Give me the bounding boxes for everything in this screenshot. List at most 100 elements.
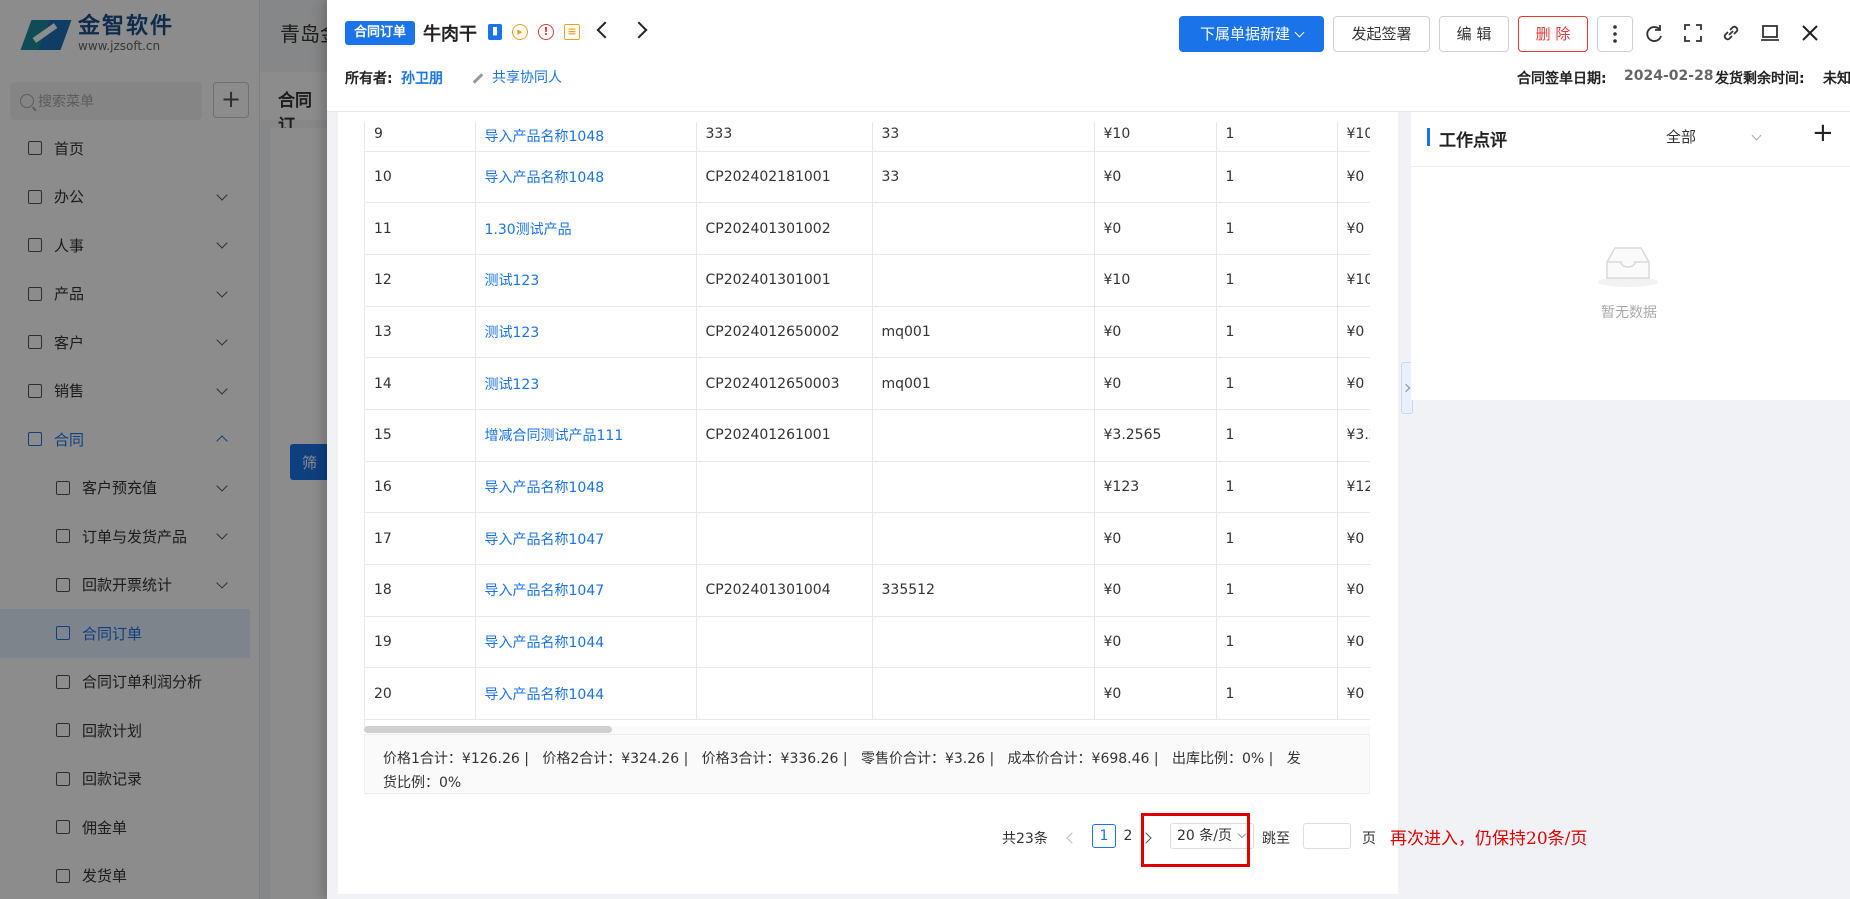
chevron-down-icon[interactable] (1751, 130, 1762, 141)
product-name-link[interactable]: 测试123 (475, 306, 697, 359)
ship-remaining-value: 未知 (1823, 71, 1850, 87)
work-review-filter[interactable]: 全部 (1666, 126, 1696, 147)
product-name-link[interactable]: 1.30测试产品 (475, 202, 697, 255)
work-review-panel: 工作点评 全部 + 暂无数据 (1411, 112, 1850, 400)
cell-spec (872, 202, 1095, 255)
empty-text: 暂无数据 (1601, 305, 1657, 321)
products-table-wrapper[interactable]: 9导入产品名称104833333¥101¥1010导入产品名称1048CP202… (364, 122, 1370, 727)
cell-no: 14 (365, 357, 476, 410)
cell-no: 17 (365, 512, 476, 565)
cell-spec (872, 461, 1095, 514)
table-row[interactable]: 16导入产品名称1048 ¥1231¥123 (365, 461, 1370, 514)
table-row[interactable]: 18 导入产品名称1047 CP202401301004 335512 ¥0 1 ¥0 (365, 564, 1370, 617)
link-icon[interactable] (1720, 22, 1742, 44)
delete-button[interactable]: 删 除 (1518, 16, 1588, 52)
table-row[interactable]: 20 导入产品名称1044 ¥0 1 ¥0 (365, 667, 1370, 721)
pager-prev-icon[interactable] (1066, 832, 1078, 844)
table-row[interactable]: 14 测试123 CP2024012650003 mq001 ¥0 1 ¥0 (365, 357, 1370, 410)
cell-code (696, 616, 873, 669)
start-sign-button[interactable]: 发起签署 (1333, 16, 1430, 52)
pager-jump-input[interactable] (1303, 823, 1351, 849)
cell-spec (872, 409, 1095, 462)
table-row[interactable]: 9导入产品名称104833333¥101¥10 (365, 122, 1370, 152)
cell-price: ¥0 (1094, 202, 1217, 255)
more-vertical-icon (1613, 25, 1617, 43)
pager-page-1[interactable]: 1 (1092, 824, 1116, 848)
product-name-link[interactable]: 导入产品名称1048 (475, 122, 697, 152)
product-name-link[interactable]: 导入产品名称1048 (475, 151, 697, 204)
table-row[interactable]: 17 导入产品名称1047 ¥0 1 ¥0 (365, 512, 1370, 565)
product-name-link[interactable]: 导入产品名称1044 (475, 616, 697, 669)
share-collaborators-link[interactable]: 共享协同人 (472, 67, 562, 87)
cell-qty: 1 (1216, 151, 1338, 204)
cell-qty: 1 (1216, 202, 1338, 255)
laptop-icon[interactable] (1759, 22, 1781, 44)
product-name-link[interactable]: 导入产品名称1047 (475, 564, 697, 617)
cell-spec: 33 (872, 151, 1095, 204)
cell-spec: mq001 (872, 306, 1095, 359)
pager-jump-label: 跳至 (1262, 831, 1290, 847)
add-review-button[interactable]: + (1812, 118, 1834, 148)
cell-no: 16 (365, 461, 476, 514)
play-circle-icon[interactable]: ▸ (512, 24, 528, 40)
new-sub-document-label: 下属单据新建 (1199, 25, 1290, 43)
record-title: 牛肉干 (423, 24, 477, 45)
summary-line-2: 货比例：0% (383, 775, 462, 791)
cell-qty: 1 (1216, 122, 1338, 152)
pager-page-2[interactable]: 2 (1116, 824, 1140, 848)
cell-code: 333 (696, 122, 873, 152)
table-row[interactable]: 12测试123CP202401301001 ¥101¥10 (365, 254, 1370, 307)
previous-record-icon[interactable] (596, 21, 614, 39)
empty-inbox-icon (1598, 247, 1658, 287)
more-options-button[interactable] (1597, 16, 1633, 52)
pencil-icon (472, 72, 484, 84)
alert-icon[interactable]: ! (538, 24, 554, 40)
edit-button[interactable]: 编 辑 (1439, 16, 1509, 52)
table-row[interactable]: 15增减合同测试产品111CP202401261001 ¥3.25651¥3.25… (365, 409, 1370, 462)
owner-name[interactable]: 孙卫朋 (401, 68, 443, 88)
cell-price: ¥0 (1094, 357, 1217, 410)
summary-line-1: 价格1合计：¥126.26 | 价格2合计：¥324.26 | 价格3合计：¥3… (383, 751, 1301, 767)
product-name-link[interactable]: 导入产品名称1047 (475, 512, 697, 565)
product-name-link[interactable]: 导入产品名称1048 (475, 461, 697, 514)
cell-qty: 1 (1216, 306, 1338, 359)
cell-qty: 1 (1216, 357, 1338, 410)
sign-date-label: 合同签单日期: (1517, 71, 1607, 87)
contract-order-tag: 合同订单 (345, 21, 416, 45)
cell-amount: ¥0 (1337, 202, 1370, 255)
chevron-down-icon (1294, 27, 1305, 38)
product-name-link[interactable]: 导入产品名称1044 (475, 667, 697, 721)
table-row[interactable]: 11 1.30测试产品 CP202401301002 ¥0 1 ¥0 (365, 202, 1370, 255)
totals-summary: 价格1合计：¥126.26 | 价格2合计：¥324.26 | 价格3合计：¥3… (364, 734, 1370, 794)
table-row[interactable]: 10 导入产品名称1048 CP202402181001 33 ¥0 1 ¥0 (365, 151, 1370, 204)
close-icon[interactable] (1799, 22, 1821, 44)
cell-amount: ¥0 (1337, 564, 1370, 617)
scrollbar-thumb[interactable] (364, 726, 612, 733)
horizontal-scrollbar[interactable] (364, 726, 1370, 734)
cell-qty: 1 (1216, 616, 1338, 669)
next-record-icon[interactable] (630, 21, 648, 39)
document-icon[interactable]: ▮ (488, 24, 502, 40)
table-row[interactable]: 13 测试123 CP2024012650002 mq001 ¥0 1 ¥0 (365, 306, 1370, 359)
note-icon[interactable]: ≡ (564, 24, 580, 40)
drawer-header: 合同订单 牛肉干 ▮ ▸ ! ≡ 所有者: 孙卫朋 共享协同人 下属单据新建 发… (327, 0, 1850, 112)
cell-spec (872, 616, 1095, 669)
cell-price: ¥0 (1094, 512, 1217, 565)
cell-no: 11 (365, 202, 476, 255)
refresh-icon[interactable] (1643, 22, 1665, 44)
cell-code: CP202401301004 (696, 564, 873, 617)
cell-spec: 335512 (872, 564, 1095, 617)
product-name-link[interactable]: 增减合同测试产品111 (475, 409, 697, 462)
cell-price: ¥0 (1094, 564, 1217, 617)
cell-price: ¥0 (1094, 151, 1217, 204)
product-name-link[interactable]: 测试123 (475, 254, 697, 307)
cell-code (696, 667, 873, 721)
table-row[interactable]: 19 导入产品名称1044 ¥0 1 ¥0 (365, 616, 1370, 669)
product-name-link[interactable]: 测试123 (475, 357, 697, 410)
new-sub-document-button[interactable]: 下属单据新建 (1179, 16, 1324, 52)
section-accent-bar (1427, 128, 1430, 146)
fullscreen-icon[interactable] (1682, 22, 1704, 44)
pager-page-suffix: 页 (1362, 831, 1376, 847)
sign-date-value: 2024-02-28 (1624, 68, 1714, 84)
cell-price: ¥0 (1094, 306, 1217, 359)
